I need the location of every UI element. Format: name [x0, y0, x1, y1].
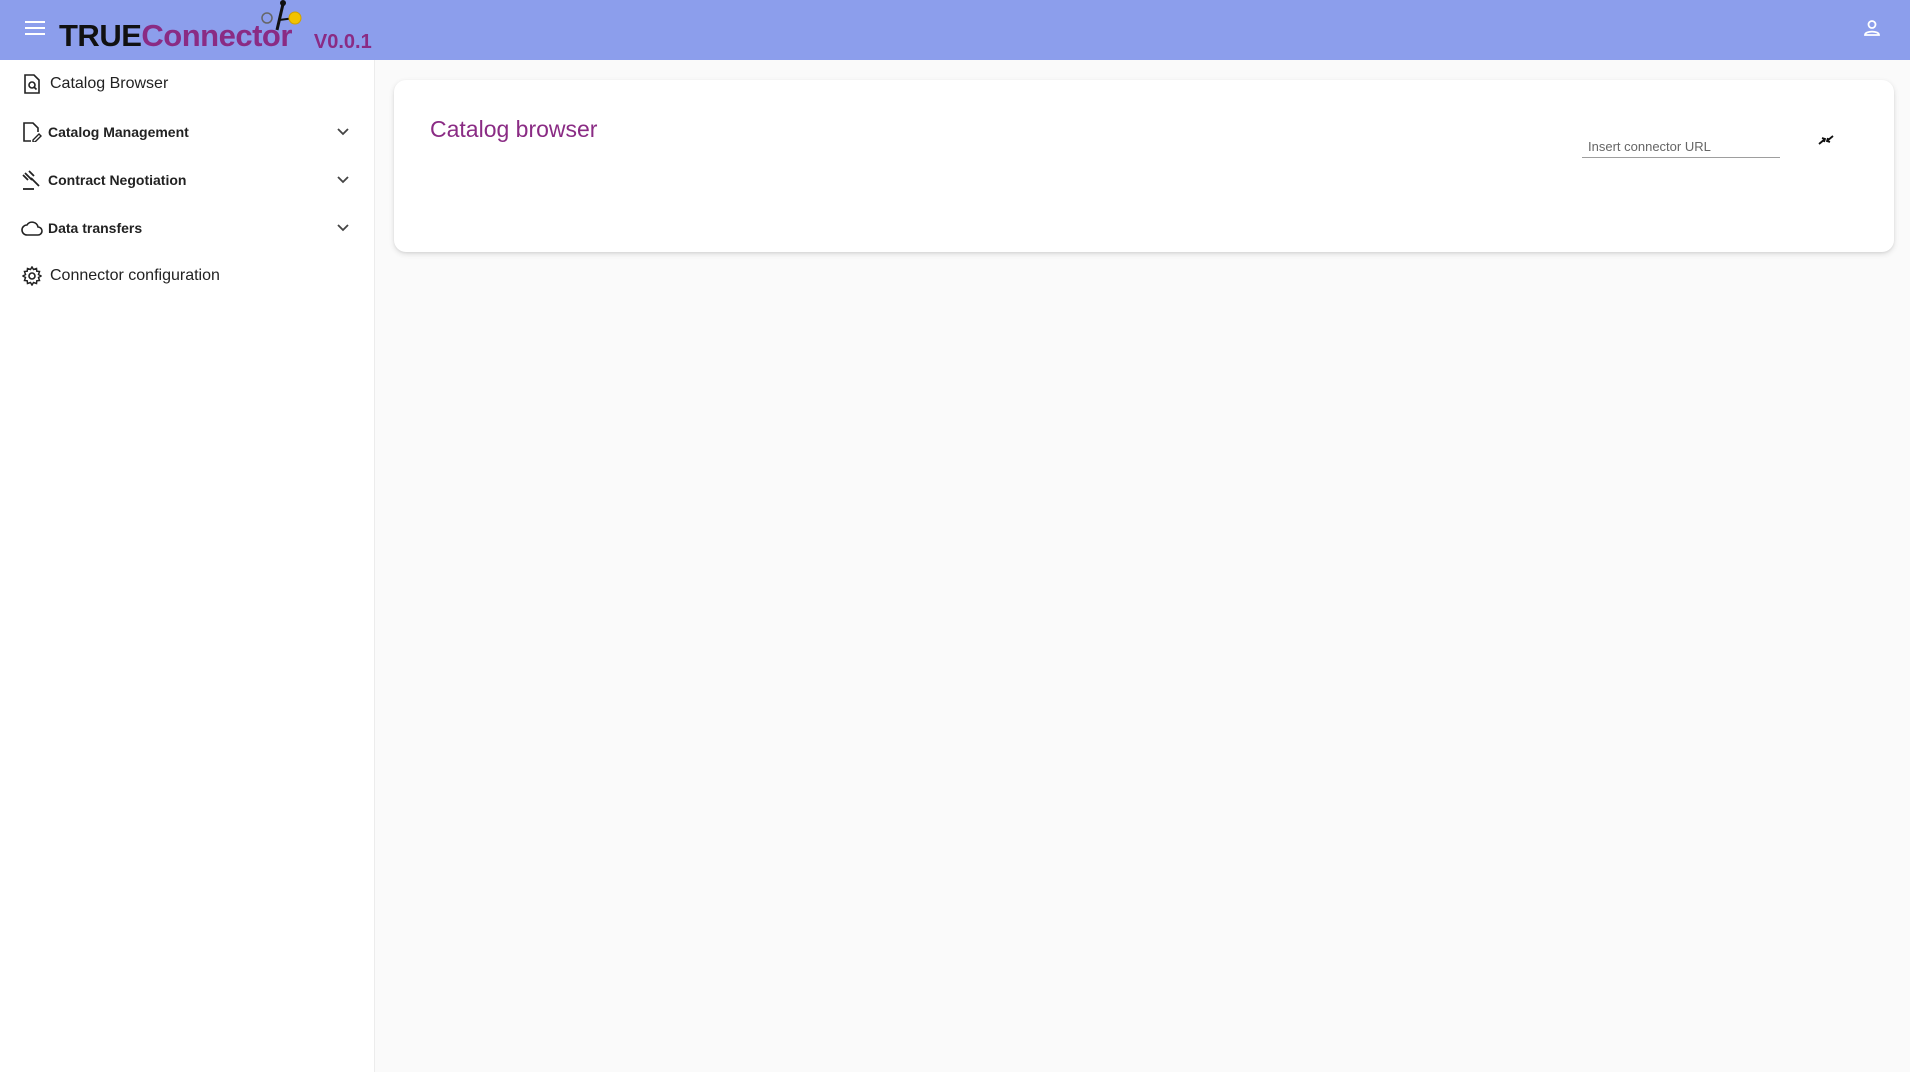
- app-logo: TRUEConnector: [59, 0, 302, 60]
- document-search-icon: [20, 72, 44, 96]
- connector-url-field[interactable]: [1582, 130, 1780, 158]
- menu-button[interactable]: [15, 10, 55, 50]
- logo-text-true: TRUE: [59, 18, 142, 53]
- sidebar-item-label: Data transfers: [48, 220, 143, 236]
- sidebar-item-label: Catalog Browser: [50, 75, 169, 92]
- sidebar-item-label: Catalog Management: [48, 124, 189, 140]
- catalog-browser-card: Catalog browser: [394, 80, 1894, 252]
- chevron-down-icon[interactable]: [332, 121, 354, 143]
- logo-molecule-icon: [259, 0, 309, 45]
- sidebar-item-data-transfers[interactable]: Data transfers: [0, 204, 374, 252]
- sidebar-item-contract-negotiation[interactable]: Contract Negotiation: [0, 156, 374, 204]
- top-app-bar: TRUEConnector V0.0.1: [0, 0, 1910, 60]
- chevron-down-icon[interactable]: [332, 217, 354, 239]
- sidebar-item-connector-configuration[interactable]: Connector configuration: [0, 252, 374, 300]
- person-icon: [1863, 19, 1881, 42]
- app-version: V0.0.1: [313, 31, 372, 53]
- gavel-icon: [20, 168, 44, 192]
- user-account-button[interactable]: [1854, 12, 1890, 48]
- connector-url-input[interactable]: [1582, 130, 1780, 157]
- sidebar-item-catalog-management[interactable]: Catalog Management: [0, 108, 374, 156]
- connect-button[interactable]: [1808, 124, 1844, 160]
- sidebar-item-label: Contract Negotiation: [48, 172, 187, 188]
- sidebar-item-label: Connector configuration: [50, 267, 220, 284]
- hamburger-menu-icon: [25, 20, 45, 40]
- sidebar-nav: Catalog Browser Catalog Management Contr…: [0, 60, 375, 1072]
- gear-icon: [20, 264, 44, 288]
- connect-plug-icon: [1818, 133, 1834, 151]
- cloud-icon: [20, 216, 44, 240]
- document-edit-icon: [20, 120, 44, 144]
- chevron-down-icon[interactable]: [332, 169, 354, 191]
- sidebar-item-catalog-browser[interactable]: Catalog Browser: [0, 60, 374, 108]
- page-title: Catalog browser: [430, 116, 598, 142]
- main-content: Catalog browser: [376, 60, 1910, 1072]
